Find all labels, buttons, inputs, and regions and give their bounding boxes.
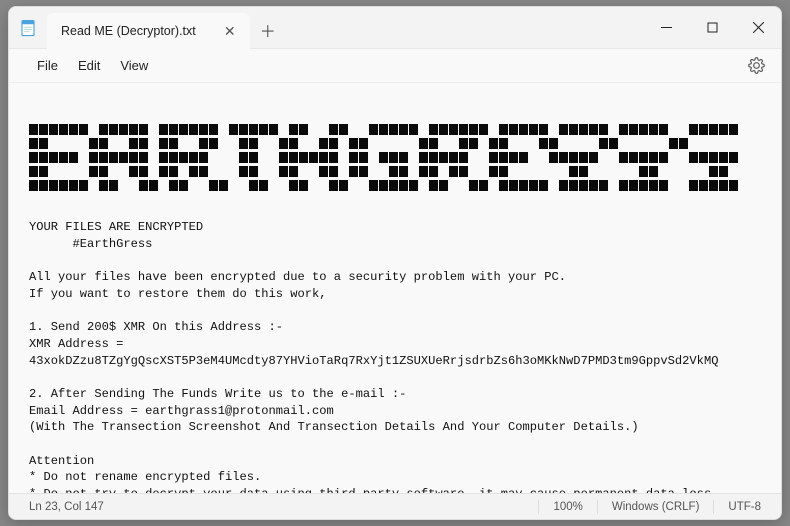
text-line: 2. After Sending The Funds Write us to t… [29,387,406,401]
text-line: 1. Send 200$ XMR On this Address :- [29,320,283,334]
close-tab-icon[interactable]: ✕ [220,21,240,41]
status-zoom[interactable]: 100% [539,501,596,513]
text-line: All your files have been encrypted due t… [29,270,566,284]
menu-file[interactable]: File [27,54,68,77]
editor-area[interactable]: YOUR FILES ARE ENCRYPTED #EarthGress All… [9,83,781,493]
menu-edit[interactable]: Edit [68,54,110,77]
text-line: YOUR FILES ARE ENCRYPTED [29,220,203,234]
settings-button[interactable] [741,57,771,74]
status-eol[interactable]: Windows (CRLF) [598,501,714,513]
text-line: * Do not try to decrypt your data using … [29,487,718,493]
text-line: XMR Address = 43xokDZzu8TZgYgQscXST5P3eM… [29,337,718,368]
titlebar-drag-area[interactable] [286,7,643,48]
notepad-window: Read ME (Decryptor).txt ✕ ＋ File Edit Vi… [8,6,782,520]
notepad-app-icon [9,7,47,48]
maximize-button[interactable] [689,7,735,48]
minimize-button[interactable] [643,7,689,48]
text-line: Attention [29,454,94,468]
menu-view[interactable]: View [110,54,158,77]
statusbar: Ln 23, Col 147 100% Windows (CRLF) UTF-8 [9,493,781,519]
text-line: Email Address = earthgrass1@protonmail.c… [29,404,334,418]
text-line: * Do not rename encrypted files. [29,470,261,484]
new-tab-button[interactable]: ＋ [250,11,286,48]
document-tab[interactable]: Read ME (Decryptor).txt ✕ [47,13,250,49]
text-line: #EarthGress [29,237,152,251]
status-position[interactable]: Ln 23, Col 147 [15,501,118,513]
close-window-button[interactable] [735,7,781,48]
menubar: File Edit View [9,49,781,83]
tab-title: Read ME (Decryptor).txt [61,24,196,38]
text-line: If you want to restore them do this work… [29,287,327,301]
gear-icon [748,57,765,74]
titlebar: Read ME (Decryptor).txt ✕ ＋ [9,7,781,49]
text-line: (With The Transection Screenshot And Tra… [29,420,639,434]
ascii-banner [29,124,761,192]
status-encoding[interactable]: UTF-8 [714,501,775,513]
